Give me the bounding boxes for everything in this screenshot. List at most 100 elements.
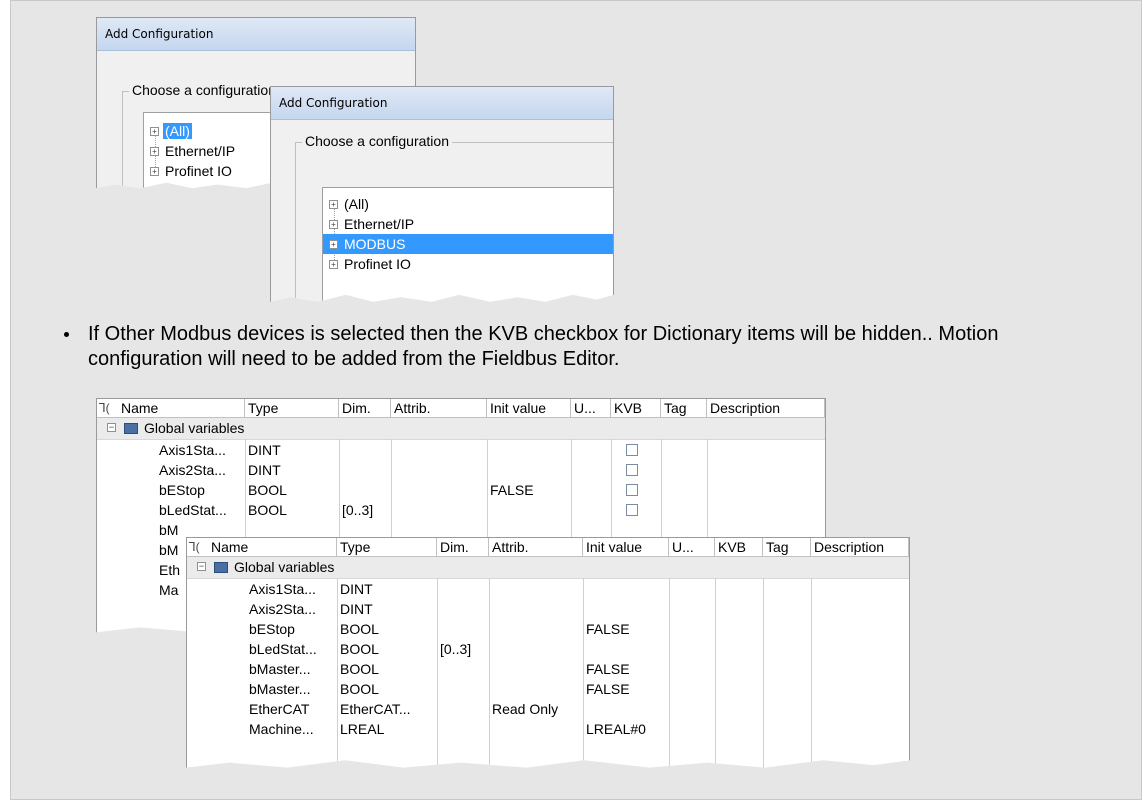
- column-divider: [489, 578, 490, 768]
- table-row[interactable]: bEStop BOOL FALSE: [187, 619, 909, 639]
- configuration-group: Choose a configuration + (All) + Ethernet/I…: [295, 133, 613, 302]
- cell-type: BOOL: [340, 641, 379, 657]
- bullet-text: If Other Modbus devices is selected then…: [88, 323, 999, 370]
- tree-items: + (All) + Ethernet/IP + MODBUS + Profinet IO: [323, 194, 613, 274]
- cell-type: BOOL: [340, 681, 379, 697]
- cell-init: FALSE: [586, 661, 630, 677]
- tree-item[interactable]: + MODBUS: [323, 234, 613, 254]
- dialog-title: Add Configuration: [97, 18, 415, 51]
- dialog-body: Choose a configuration + (All) + Ethernet/I…: [271, 120, 613, 302]
- kvb-checkbox[interactable]: [626, 504, 638, 516]
- column-divider: [763, 578, 764, 768]
- cell-type: DINT: [248, 442, 281, 458]
- kvb-checkbox[interactable]: [626, 484, 638, 496]
- tree-item[interactable]: + (All): [323, 194, 613, 214]
- header-init-value[interactable]: Init value: [487, 399, 571, 417]
- table-row[interactable]: Machine... LREAL LREAL#0: [187, 719, 909, 739]
- column-divider: [337, 578, 338, 768]
- global-variables-icon: [124, 423, 138, 434]
- header-init-value[interactable]: Init value: [583, 538, 669, 556]
- cell-name: Axis2Sta...: [249, 601, 316, 617]
- header-tag[interactable]: Tag: [661, 399, 707, 417]
- kvb-checkbox[interactable]: [626, 444, 638, 456]
- header-kvb[interactable]: KVB: [715, 538, 763, 556]
- table-row[interactable]: Axis2Sta... DINT: [187, 599, 909, 619]
- group-label: Choose a configuration: [302, 133, 452, 149]
- header-name[interactable]: Name: [187, 538, 337, 556]
- header-type[interactable]: Type: [337, 538, 437, 556]
- cell-name: bEStop: [249, 621, 295, 637]
- expand-icon[interactable]: +: [150, 146, 159, 156]
- collapse-icon[interactable]: −: [197, 562, 206, 571]
- collapse-icon[interactable]: −: [107, 423, 116, 432]
- variables-grid-without-kvb: ⅂( Name Type Dim. Attrib. Init value U... KVB T…: [186, 537, 910, 768]
- table-row[interactable]: bLedStat... BOOL [0..3]: [187, 639, 909, 659]
- column-divider: [583, 578, 584, 768]
- table-row[interactable]: bEStop BOOL FALSE: [97, 480, 825, 500]
- table-row-partial: bM: [159, 522, 179, 538]
- cell-type: EtherCAT...: [340, 701, 411, 717]
- column-divider: [437, 578, 438, 768]
- cell-type: DINT: [340, 581, 373, 597]
- header-name[interactable]: Name: [97, 399, 245, 417]
- cell-name: bEStop: [159, 482, 205, 498]
- cell-name: bLedStat...: [249, 641, 317, 657]
- header-tag[interactable]: Tag: [763, 538, 811, 556]
- cell-init: FALSE: [586, 621, 630, 637]
- header-unit[interactable]: U...: [571, 399, 611, 417]
- cell-init: FALSE: [490, 482, 534, 498]
- table-row[interactable]: bLedStat... BOOL [0..3]: [97, 500, 825, 520]
- tree-item[interactable]: + Profinet IO: [323, 254, 613, 274]
- cell-type: LREAL: [340, 721, 385, 737]
- cell-name: bMaster...: [249, 681, 311, 697]
- kvb-checkbox[interactable]: [626, 464, 638, 476]
- header-description[interactable]: Description: [811, 538, 909, 556]
- tree-item-label: (All): [163, 123, 192, 139]
- table-row[interactable]: Axis1Sta... DINT: [187, 579, 909, 599]
- header-kvb[interactable]: KVB: [611, 399, 661, 417]
- table-row[interactable]: Axis2Sta... DINT: [97, 460, 825, 480]
- expand-icon[interactable]: +: [150, 126, 159, 136]
- tree-item-label: (All): [344, 196, 369, 212]
- header-unit[interactable]: U...: [669, 538, 715, 556]
- cell-type: BOOL: [248, 482, 287, 498]
- table-row[interactable]: Axis1Sta... DINT: [97, 440, 825, 460]
- table-row-partial: Eth: [159, 562, 181, 578]
- expand-icon[interactable]: +: [329, 259, 338, 269]
- cell-dim: [0..3]: [440, 641, 472, 657]
- header-dim[interactable]: Dim.: [437, 538, 489, 556]
- cell-name: Axis1Sta...: [159, 442, 226, 458]
- table-row[interactable]: bMaster... BOOL FALSE: [187, 679, 909, 699]
- header-attrib[interactable]: Attrib.: [489, 538, 583, 556]
- group-row-global-variables[interactable]: − Global variables: [97, 418, 825, 440]
- cell-type: DINT: [248, 462, 281, 478]
- table-row[interactable]: EtherCAT EtherCAT... Read Only: [187, 699, 909, 719]
- header-description[interactable]: Description: [707, 399, 825, 417]
- tree-item-label: Profinet IO: [165, 163, 232, 179]
- header-type[interactable]: Type: [245, 399, 339, 417]
- group-label: Choose a configuration: [129, 82, 279, 98]
- tree-item-label: MODBUS: [344, 236, 406, 252]
- header-attrib[interactable]: Attrib.: [391, 399, 487, 417]
- cell-type: BOOL: [340, 621, 379, 637]
- bullet-icon: [64, 332, 69, 337]
- group-row-global-variables[interactable]: − Global variables: [187, 557, 909, 579]
- cell-init: FALSE: [586, 681, 630, 697]
- tree-item-label: Profinet IO: [344, 256, 411, 272]
- column-divider: [669, 578, 670, 768]
- expand-icon[interactable]: +: [329, 199, 338, 209]
- tree-item-label: Ethernet/IP: [344, 216, 415, 232]
- cell-name: EtherCAT: [249, 701, 310, 717]
- table-row[interactable]: bMaster... BOOL FALSE: [187, 659, 909, 679]
- expand-icon[interactable]: +: [329, 239, 338, 249]
- group-label: Global variables: [144, 420, 245, 436]
- cell-type: DINT: [340, 601, 373, 617]
- cell-init: LREAL#0: [586, 721, 646, 737]
- expand-icon[interactable]: +: [329, 219, 338, 229]
- cell-name: bLedStat...: [159, 502, 227, 518]
- expand-icon[interactable]: +: [150, 166, 159, 176]
- tree-item[interactable]: + Ethernet/IP: [323, 214, 613, 234]
- cell-attrib: Read Only: [492, 701, 559, 717]
- bullet-paragraph: If Other Modbus devices is selected then…: [46, 322, 1106, 372]
- header-dim[interactable]: Dim.: [339, 399, 391, 417]
